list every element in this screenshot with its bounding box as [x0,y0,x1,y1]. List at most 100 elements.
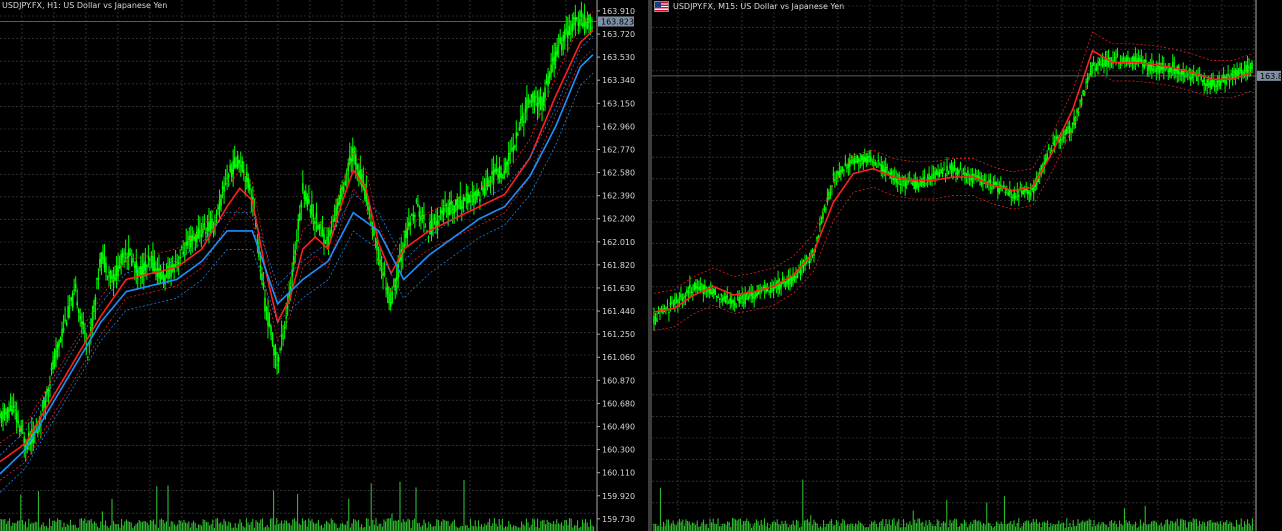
candle-body [391,291,393,303]
candle-body [167,266,169,279]
candle-body [133,264,136,269]
candle-body [896,181,899,184]
candle-body [1100,63,1102,66]
candle-body [705,291,708,293]
candle-body [1118,63,1120,65]
candle-body [690,291,693,294]
candle-body [671,302,673,304]
candle-body [1055,136,1057,140]
candle-body [20,425,22,432]
candle-body [444,205,446,207]
candle-body [1014,196,1017,198]
candle-body [937,171,939,175]
candle-body [556,46,558,56]
chart-header-h1: USDJPY.FX, H1: US Dollar vs Japanese Yen [2,1,167,10]
current-price-tag-text: 163.823 [601,18,634,27]
candle-body [476,189,478,201]
candle-body [1222,74,1225,82]
candle-body [409,222,412,227]
candle-body [577,22,580,27]
candle-body [420,216,422,221]
candle-body [1017,194,1020,197]
candle-body [1115,56,1117,59]
candle-body [541,97,543,111]
us-flag-icon [654,1,669,12]
candle-body [1237,71,1240,77]
candle-body [869,156,872,162]
candle-body [669,302,672,307]
candle-body [441,210,443,214]
candle-body [247,177,250,188]
candle-body [949,165,951,169]
candle-body [344,180,347,186]
candle-body [834,178,836,181]
candle-body [931,174,933,180]
candle-body [79,315,82,320]
chart-pane-h1[interactable]: 163.910 163.720 163.530 163.340 163.150 162.9… [0,0,648,531]
candle-body [530,93,533,99]
candle-body [332,220,334,222]
price-tick-label: 161.630 [602,284,635,293]
candle-body [1176,66,1179,74]
candle-body [1103,62,1105,66]
candle-body [548,72,551,78]
candle-body [177,262,180,265]
candle-body [545,81,548,84]
candle-body [302,183,304,191]
candle-body [83,330,86,334]
candle-body [324,242,327,244]
chart-pane-m15[interactable]: 163.8 USDJPY.FX, M15: US Dollar vs Japan… [652,0,1282,531]
candle-body [486,178,489,187]
candle-body [733,301,736,306]
candle-body [418,211,421,217]
candle-body [308,198,310,204]
candle-body [535,96,537,98]
candle-body [55,349,57,358]
candle-body [271,333,274,345]
candle-body [1152,68,1155,72]
candle-body [115,265,118,276]
candle-body [9,405,12,412]
candle-body [468,194,471,203]
candle-body [875,166,878,168]
candle-body [935,170,938,176]
candle-body [120,253,122,264]
candle-body [1062,136,1065,139]
candle-body [501,177,504,179]
candle-body [1104,59,1107,66]
candle-body [923,176,926,178]
candle-body [904,179,906,188]
candle-body [1097,62,1099,66]
candle-body [947,173,950,175]
candle-body [303,191,306,200]
candle-body [1133,56,1135,62]
candle-body [675,297,678,299]
candle-body [356,165,359,170]
candle-body [417,203,419,207]
h1-chart-canvas[interactable]: 163.910 163.720 163.530 163.340 163.150 162.9… [0,0,648,531]
candle-body [1139,57,1141,62]
candle-body [438,215,440,217]
price-tick-label: 160.110 [602,469,635,478]
price-tick-label: 162.960 [602,122,635,131]
candle-body [121,252,124,258]
m15-chart-canvas[interactable]: 163.8 [652,0,1282,531]
price-tick-label: 163.340 [602,76,635,85]
candle-body [554,51,557,62]
candle-body [267,311,269,326]
candle-body [695,283,697,290]
candle-body [179,256,181,260]
candle-body [320,224,322,226]
candle-body [270,326,272,336]
candle-body [1154,66,1156,68]
candle-body [668,311,670,313]
candle-body [321,229,324,236]
candle-body [473,192,475,203]
candle-body [153,262,156,271]
candle-body [1174,69,1177,72]
candle-body [526,99,528,110]
candle-body [536,102,539,108]
candle-body [847,164,850,169]
candle-body [560,42,563,50]
price-tick-label: 162.010 [602,238,635,247]
